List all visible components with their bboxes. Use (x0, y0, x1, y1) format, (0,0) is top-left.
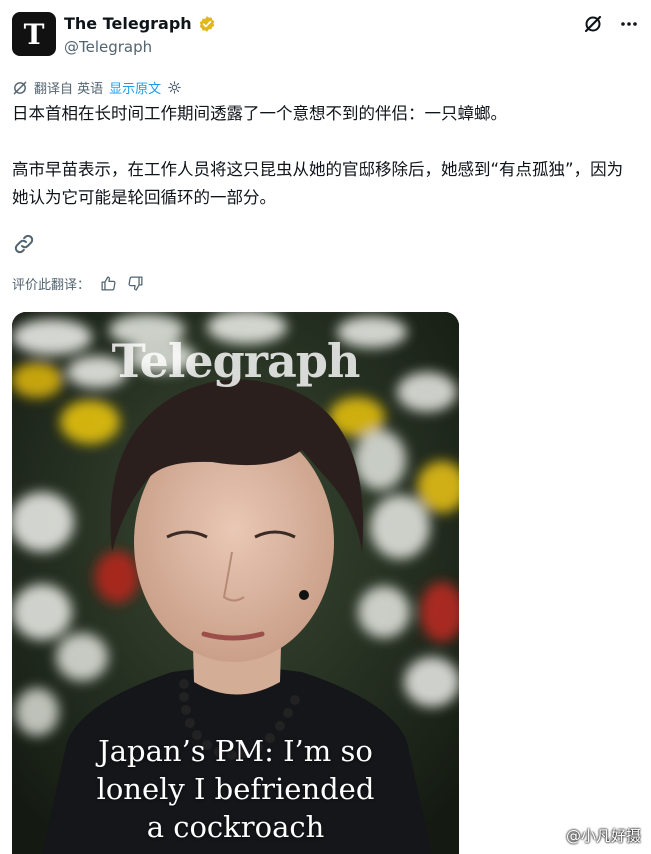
post-paragraph: 日本首相在长时间工作期间透露了一个意想不到的伴侣：一只蟑螂。 (12, 104, 507, 123)
media-image[interactable]: Telegraph Japan’s PM: I’m so lonely I be… (12, 312, 459, 854)
avatar[interactable]: T (12, 12, 56, 56)
media-headline: Japan’s PM: I’m so lonely I befriended a… (12, 732, 459, 846)
thumbs-down-icon[interactable] (127, 275, 144, 292)
weibo-icon (540, 828, 560, 844)
grok-icon[interactable] (583, 14, 603, 34)
post-header: T The Telegraph @Telegraph (12, 12, 639, 60)
post-body: 日本首相在长时间工作期间透露了一个意想不到的伴侣：一只蟑螂。 高市早苗表示，在工… (12, 100, 632, 240)
media-brand-watermark: Telegraph (111, 334, 361, 388)
post-paragraph: 高市早苗表示，在工作人员将这只昆虫从她的官邸移除后，她感到“有点孤独”，因为她认… (12, 160, 624, 207)
watermark-text: @小凡好摄 (565, 827, 641, 845)
show-original-link[interactable]: 显示原文 (109, 78, 161, 97)
media-headline-line: lonely I befriended (96, 772, 375, 806)
more-icon[interactable] (619, 14, 639, 34)
thumbs-up-icon[interactable] (100, 275, 117, 292)
rate-translation-row: 评价此翻译： (12, 274, 144, 293)
media-headline-line: a cockroach (146, 810, 325, 844)
name-row: The Telegraph (64, 14, 216, 33)
verified-badge-icon (199, 15, 214, 32)
top-actions (583, 14, 639, 34)
avatar-logo: T (23, 18, 45, 51)
link-icon[interactable] (12, 232, 36, 256)
rate-translation-label: 评价此翻译： (12, 278, 91, 293)
media-headline-line: Japan’s PM: I’m so (98, 734, 373, 768)
weibo-watermark: @小凡好摄 (540, 825, 641, 846)
display-name[interactable]: The Telegraph (64, 14, 192, 33)
translate-icon (13, 81, 27, 94)
translation-row: 翻译自 英语 显示原文 (12, 78, 182, 97)
settings-icon[interactable] (167, 80, 182, 95)
translation-label: 翻译自 英语 (34, 82, 104, 97)
handle[interactable]: @Telegraph (64, 38, 152, 56)
